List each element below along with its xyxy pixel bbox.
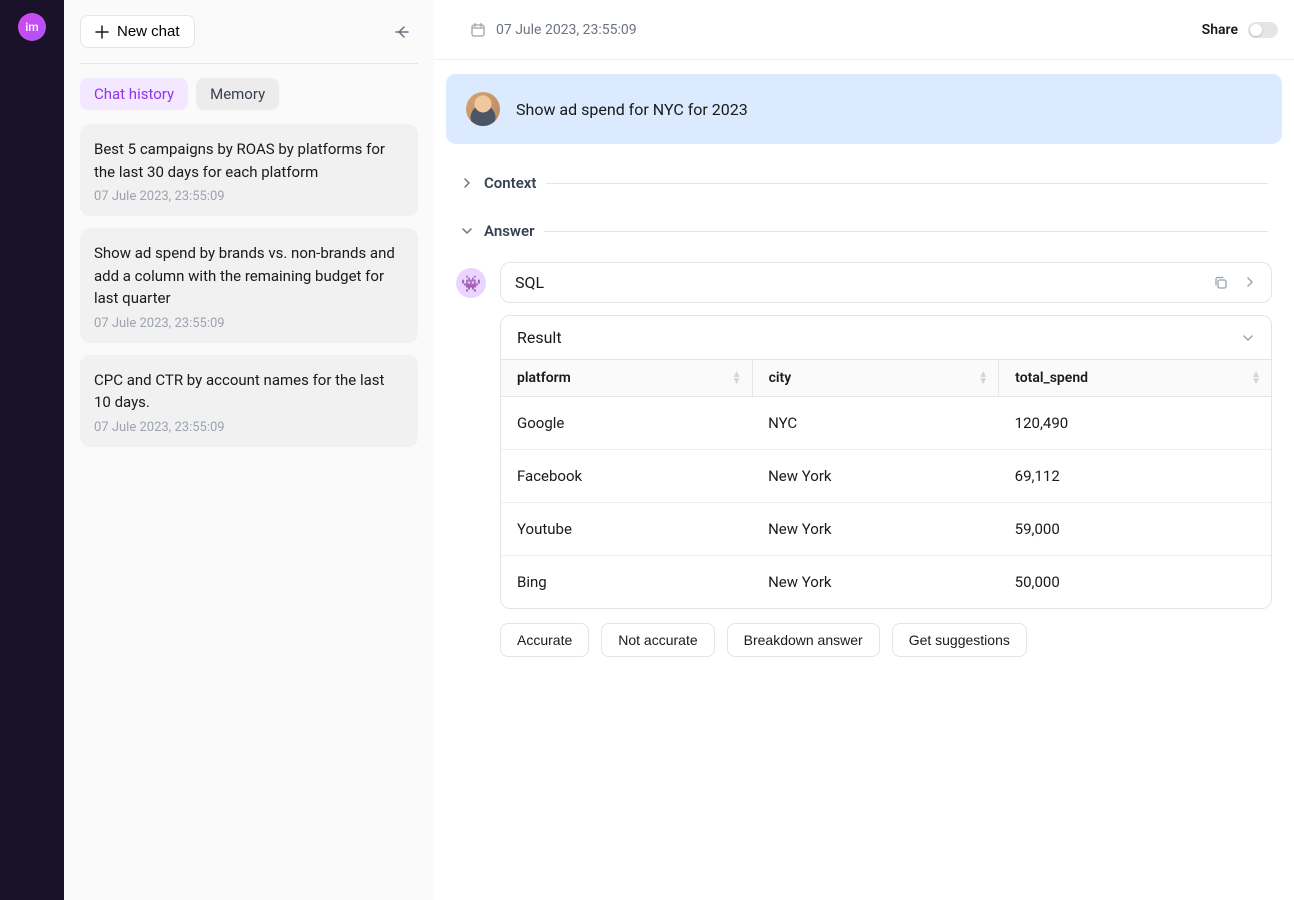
history-title: Show ad spend by brands vs. non-brands a… <box>94 242 404 310</box>
query-text: Show ad spend for NYC for 2023 <box>516 100 748 119</box>
history-item[interactable]: Show ad spend by brands vs. non-brands a… <box>80 228 418 343</box>
column-label: platform <box>517 370 571 386</box>
answer-main: SQL Result <box>500 262 1272 657</box>
copy-button[interactable] <box>1213 275 1229 291</box>
result-card: Result platform ▲▼ city ▲▼ total_spend ▲▼ <box>500 315 1272 609</box>
tab-memory[interactable]: Memory <box>196 78 279 110</box>
calendar-icon <box>470 22 486 38</box>
share-label: Share <box>1202 22 1238 38</box>
answer-body: 👾 SQL Result <box>446 248 1282 671</box>
content: Show ad spend for NYC for 2023 Context A… <box>434 60 1294 900</box>
suggestions-button[interactable]: Get suggestions <box>892 623 1027 657</box>
history-title: Best 5 campaigns by ROAS by platforms fo… <box>94 138 404 183</box>
column-header-platform[interactable]: platform ▲▼ <box>501 360 752 397</box>
new-chat-button[interactable]: New chat <box>80 15 195 48</box>
share-toggle[interactable] <box>1248 22 1278 38</box>
tab-chat-history[interactable]: Chat history <box>80 78 188 110</box>
accurate-button[interactable]: Accurate <box>500 623 589 657</box>
button-label: Get suggestions <box>909 632 1010 648</box>
plus-icon <box>95 25 109 39</box>
feedback-row: Accurate Not accurate Breakdown answer G… <box>500 623 1272 657</box>
context-label: Context <box>484 174 536 192</box>
chevron-down-icon <box>1241 331 1255 345</box>
bot-avatar: 👾 <box>456 268 486 298</box>
history-title: CPC and CTR by account names for the las… <box>94 369 404 414</box>
divider <box>544 231 1268 232</box>
sidebar: New chat Chat history Memory Best 5 camp… <box>64 0 434 900</box>
column-header-total-spend[interactable]: total_spend ▲▼ <box>999 360 1271 397</box>
result-collapse-button[interactable] <box>1241 331 1255 345</box>
table-row: Google NYC 120,490 <box>501 397 1271 450</box>
cell-total-spend: 50,000 <box>999 556 1271 609</box>
main-header: 07 Jule 2023, 23:55:09 Share <box>434 0 1294 60</box>
table-header-row: platform ▲▼ city ▲▼ total_spend ▲▼ <box>501 360 1271 397</box>
expand-button[interactable] <box>1243 275 1257 291</box>
cell-total-spend: 69,112 <box>999 450 1271 503</box>
cell-platform: Bing <box>501 556 752 609</box>
column-label: total_spend <box>1015 370 1088 386</box>
cell-total-spend: 120,490 <box>999 397 1271 450</box>
cell-platform: Facebook <box>501 450 752 503</box>
app-logo[interactable]: im <box>18 13 46 41</box>
sql-row[interactable]: SQL <box>500 262 1272 303</box>
chevron-right-icon <box>1243 275 1257 289</box>
not-accurate-button[interactable]: Not accurate <box>601 623 714 657</box>
sql-actions <box>1213 275 1257 291</box>
header-date: 07 Jule 2023, 23:55:09 <box>496 22 637 38</box>
new-chat-label: New chat <box>117 23 180 40</box>
app-rail: im <box>0 0 64 900</box>
sort-icon: ▲▼ <box>732 371 742 385</box>
history-list: Best 5 campaigns by ROAS by platforms fo… <box>64 124 434 447</box>
cell-platform: Youtube <box>501 503 752 556</box>
history-item[interactable]: CPC and CTR by account names for the las… <box>80 355 418 447</box>
header-left: 07 Jule 2023, 23:55:09 <box>470 22 637 38</box>
cell-city: New York <box>752 556 999 609</box>
result-label: Result <box>517 328 562 347</box>
sidebar-tabs: Chat history Memory <box>64 64 434 124</box>
button-label: Breakdown answer <box>744 632 863 648</box>
column-label: city <box>769 370 792 386</box>
header-right: Share <box>1202 22 1278 38</box>
cell-total-spend: 59,000 <box>999 503 1271 556</box>
chevron-right-icon <box>460 176 474 190</box>
logo-text: im <box>25 20 39 34</box>
result-header: Result <box>501 316 1271 359</box>
arrow-left-icon <box>393 23 411 41</box>
table-row: Facebook New York 69,112 <box>501 450 1271 503</box>
tab-label: Memory <box>210 85 265 103</box>
main-panel: 07 Jule 2023, 23:55:09 Share Show ad spe… <box>434 0 1294 900</box>
button-label: Not accurate <box>618 632 697 648</box>
cell-city: NYC <box>752 397 999 450</box>
tab-label: Chat history <box>94 85 174 103</box>
answer-section-toggle[interactable]: Answer <box>446 214 1282 248</box>
chevron-down-icon <box>460 224 474 238</box>
copy-icon <box>1213 275 1229 291</box>
history-date: 07 Jule 2023, 23:55:09 <box>94 189 404 204</box>
user-avatar <box>466 92 500 126</box>
cell-city: New York <box>752 450 999 503</box>
context-section-toggle[interactable]: Context <box>446 166 1282 200</box>
sidebar-top: New chat <box>64 0 434 63</box>
table-row: Youtube New York 59,000 <box>501 503 1271 556</box>
divider <box>546 183 1268 184</box>
history-date: 07 Jule 2023, 23:55:09 <box>94 316 404 331</box>
cell-city: New York <box>752 503 999 556</box>
sql-label: SQL <box>515 273 544 292</box>
cell-platform: Google <box>501 397 752 450</box>
result-table: platform ▲▼ city ▲▼ total_spend ▲▼ Google N… <box>501 359 1271 608</box>
table-row: Bing New York 50,000 <box>501 556 1271 609</box>
query-card: Show ad spend for NYC for 2023 <box>446 74 1282 144</box>
column-header-city[interactable]: city ▲▼ <box>752 360 999 397</box>
answer-label: Answer <box>484 222 534 240</box>
sort-icon: ▲▼ <box>1251 371 1261 385</box>
breakdown-button[interactable]: Breakdown answer <box>727 623 880 657</box>
collapse-sidebar-button[interactable] <box>386 16 418 48</box>
button-label: Accurate <box>517 632 572 648</box>
history-item[interactable]: Best 5 campaigns by ROAS by platforms fo… <box>80 124 418 216</box>
history-date: 07 Jule 2023, 23:55:09 <box>94 420 404 435</box>
sort-icon: ▲▼ <box>978 371 988 385</box>
